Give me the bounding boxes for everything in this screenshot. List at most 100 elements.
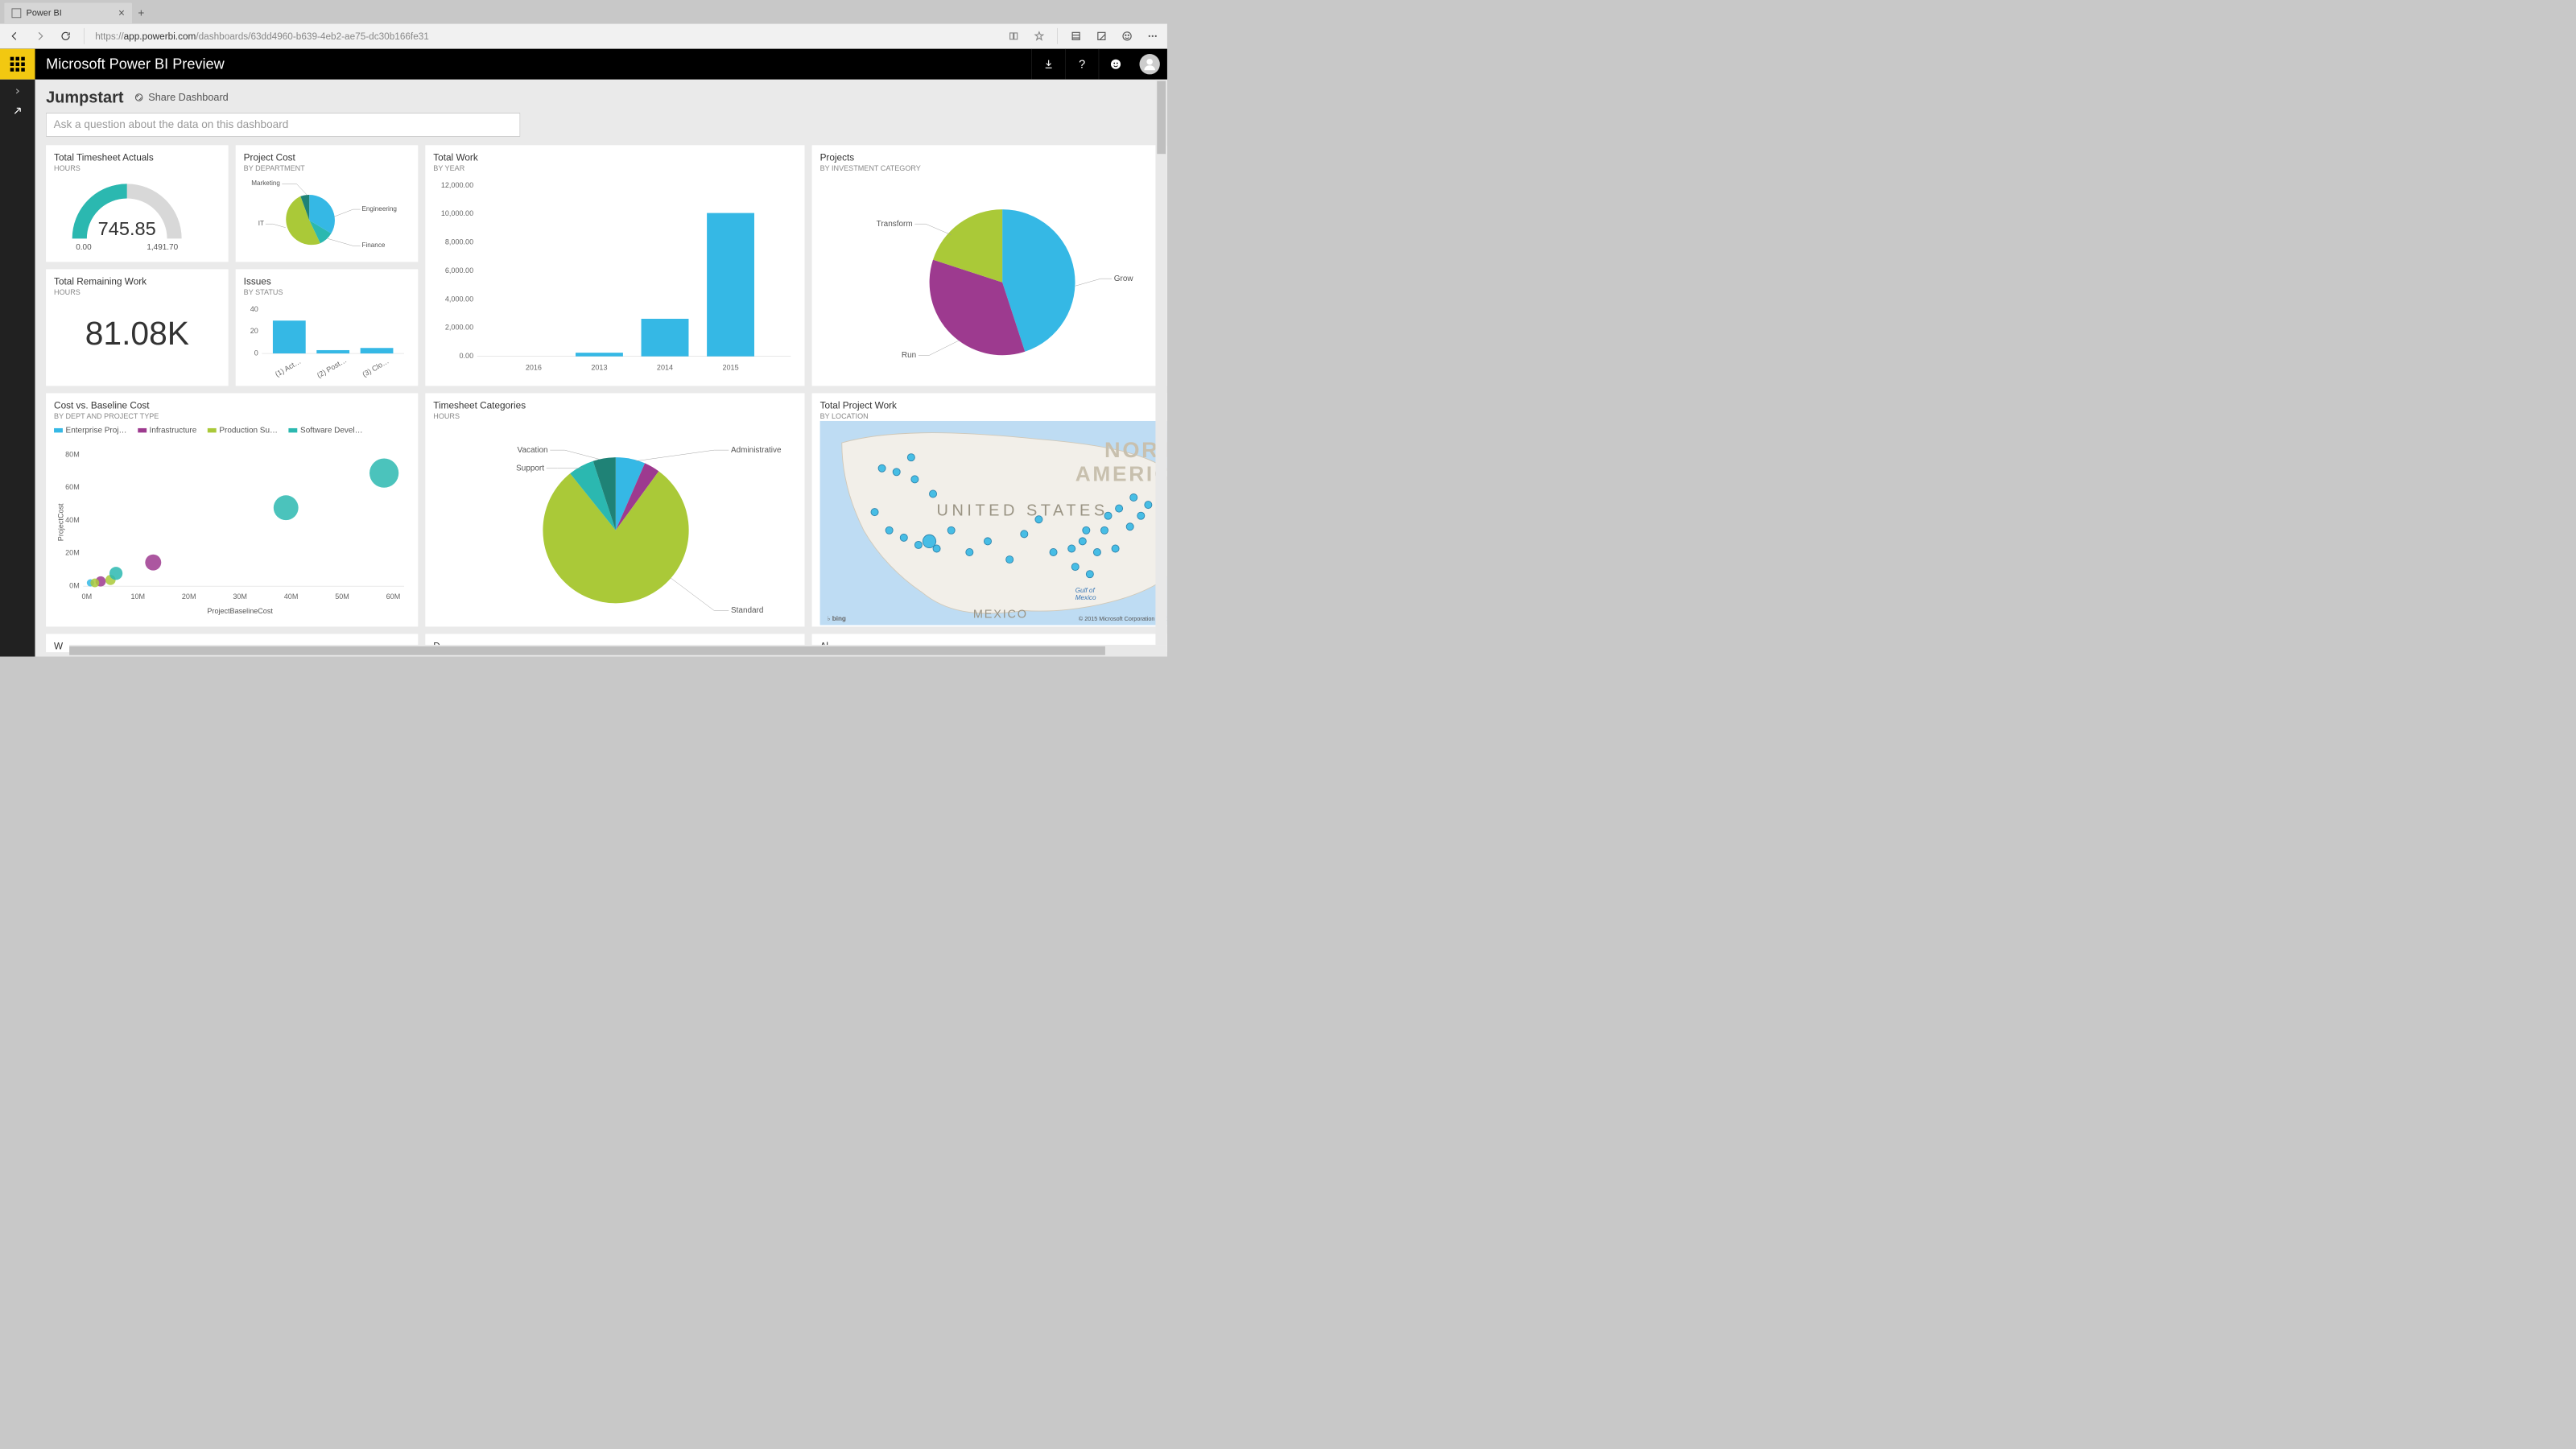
svg-text:Vacation: Vacation — [518, 446, 548, 455]
vertical-scrollbar[interactable] — [1155, 80, 1166, 645]
share-dashboard-button[interactable]: Share Dashboard — [134, 92, 229, 103]
svg-text:Gulf of: Gulf of — [1075, 587, 1096, 594]
app-header: Microsoft Power BI Preview ? — [0, 49, 1167, 80]
waffle-icon — [10, 57, 25, 72]
scroll-thumb[interactable] — [1157, 81, 1166, 155]
feedback-icon[interactable] — [1120, 29, 1134, 43]
tab-title: Power BI — [27, 8, 62, 19]
download-button[interactable] — [1031, 49, 1065, 80]
new-tab-button[interactable]: + — [132, 3, 151, 23]
app-title: Microsoft Power BI Preview — [35, 56, 224, 72]
svg-text:Standard: Standard — [731, 606, 763, 615]
svg-text:8,000.00: 8,000.00 — [445, 238, 473, 246]
svg-text:♭ bing: ♭ bing — [828, 615, 846, 622]
svg-text:ProjectCost: ProjectCost — [56, 503, 64, 541]
svg-text:Marketing: Marketing — [251, 180, 280, 187]
forward-button[interactable] — [33, 29, 47, 43]
tile-issues[interactable]: Issues BY STATUS 40 20 0 (1) Act… (2) Po… — [236, 269, 419, 386]
svg-text:20M: 20M — [65, 549, 80, 557]
bar-chart: 12,000.00 10,000.00 8,000.00 6,000.00 4,… — [433, 173, 798, 381]
svg-text:2016: 2016 — [526, 363, 542, 371]
back-button[interactable] — [7, 29, 22, 43]
expand-rail-button[interactable] — [11, 85, 24, 97]
svg-text:(2) Post…: (2) Post… — [316, 356, 348, 379]
app-launcher-button[interactable] — [0, 49, 35, 80]
refresh-button[interactable] — [58, 29, 72, 43]
svg-text:0: 0 — [254, 349, 258, 357]
svg-text:40M: 40M — [284, 592, 299, 601]
tab-close-icon[interactable]: × — [118, 7, 125, 19]
map-chart: NORTH AMERICA UNITED STATES MEXICO Gulf … — [820, 421, 1167, 625]
svg-text:© 2015 Microsoft Corporation: © 2015 Microsoft Corporation © 2015 N — [1079, 615, 1167, 622]
svg-text:1,491.70: 1,491.70 — [147, 243, 178, 252]
webnote-icon[interactable] — [1094, 29, 1108, 43]
svg-text:(3) Clo…: (3) Clo… — [361, 357, 390, 378]
horizontal-scrollbar[interactable] — [69, 645, 1167, 656]
svg-text:2015: 2015 — [722, 363, 738, 371]
remaining-work-value: 81.08K — [54, 315, 221, 353]
browser-tab-bar: Power BI × + — [0, 0, 1167, 23]
svg-text:2013: 2013 — [591, 363, 607, 371]
svg-text:20: 20 — [250, 327, 258, 335]
svg-text:Support: Support — [516, 464, 544, 473]
tile-total-work[interactable]: Total Work BY YEAR 12,000.00 10,000.00 8… — [425, 145, 804, 386]
scroll-thumb[interactable] — [69, 646, 1105, 655]
url-path: /dashboards/63dd4960-b639-4eb2-ae75-dc30… — [196, 31, 429, 42]
svg-text:Run: Run — [902, 351, 916, 360]
pie-chart: Marketing Engineering Finance IT — [244, 173, 411, 257]
scatter-chart: 80M 60M 40M 20M 0M ProjectCost 0M 10M 20… — [54, 435, 411, 617]
svg-text:0M: 0M — [82, 592, 93, 601]
svg-text:0M: 0M — [69, 581, 80, 589]
tile-timesheet-actuals[interactable]: Total Timesheet Actuals HOURS 745.85 0.0… — [46, 145, 229, 262]
svg-text:60M: 60M — [386, 592, 401, 601]
reading-view-icon[interactable] — [1006, 29, 1021, 43]
legend: Enterprise Proj… Infrastructure Producti… — [54, 425, 410, 435]
tile-project-work-location[interactable]: Total Project Work BY LOCATION NORTH AME… — [812, 393, 1167, 626]
svg-text:0.00: 0.00 — [76, 243, 92, 252]
svg-text:4,000.00: 4,000.00 — [445, 295, 473, 303]
svg-text:ProjectBaselineCost: ProjectBaselineCost — [207, 607, 273, 615]
send-smile-button[interactable] — [1099, 49, 1133, 80]
svg-text:40: 40 — [250, 305, 258, 313]
url-scheme: https:// — [95, 31, 123, 42]
tile-cost-vs-baseline[interactable]: Cost vs. Baseline Cost BY DEPT AND PROJE… — [46, 393, 418, 626]
pie-chart: Vacation Support Administrative Standard — [433, 421, 798, 625]
svg-text:Grow: Grow — [1114, 275, 1134, 283]
gauge-chart: 745.85 0.00 1,491.70 — [54, 173, 221, 254]
user-avatar[interactable] — [1139, 54, 1159, 74]
address-bar[interactable]: https://app.powerbi.com/dashboards/63dd4… — [95, 31, 995, 42]
svg-text:Transform: Transform — [877, 220, 913, 229]
svg-text:12,000.00: 12,000.00 — [441, 181, 473, 189]
svg-text:AMERICA: AMERICA — [1075, 462, 1167, 486]
dashboard-title: Jumpstart — [46, 89, 123, 107]
svg-text:10,000.00: 10,000.00 — [441, 209, 473, 217]
tile-remaining-work[interactable]: Total Remaining Work HOURS 81.08K — [46, 269, 229, 386]
svg-text:20M: 20M — [182, 592, 196, 601]
svg-text:0.00: 0.00 — [460, 352, 474, 360]
help-button[interactable]: ? — [1065, 49, 1099, 80]
share-rail-icon[interactable] — [11, 105, 24, 118]
svg-text:2,000.00: 2,000.00 — [445, 324, 473, 332]
favorite-icon[interactable] — [1032, 29, 1046, 43]
pie-chart: Grow Run Transform — [820, 173, 1167, 381]
dashboard-canvas: Jumpstart Share Dashboard Ask a question… — [35, 80, 1166, 657]
tab-favicon-icon — [11, 8, 21, 18]
qa-input[interactable]: Ask a question about the data on this da… — [46, 113, 520, 136]
hub-icon[interactable] — [1069, 29, 1084, 43]
svg-text:50M: 50M — [335, 592, 349, 601]
more-icon[interactable] — [1146, 29, 1160, 43]
browser-tab[interactable]: Power BI × — [4, 3, 132, 23]
tile-project-cost[interactable]: Project Cost BY DEPARTMENT Marketing Eng… — [236, 145, 419, 262]
svg-text:Engineering: Engineering — [361, 205, 396, 213]
svg-text:745.85: 745.85 — [98, 218, 156, 239]
share-label: Share Dashboard — [148, 92, 228, 103]
bar-chart: 40 20 0 (1) Act… (2) Post… (3) Clo… — [244, 297, 411, 381]
url-host: app.powerbi.com — [124, 31, 196, 42]
share-icon — [134, 93, 144, 103]
tile-projects[interactable]: Projects BY INVESTMENT CATEGORY Grow Run… — [812, 145, 1167, 386]
tile-timesheet-categories[interactable]: Timesheet Categories HOURS Vacation Supp… — [425, 393, 804, 626]
svg-text:30M: 30M — [233, 592, 247, 601]
svg-text:UNITED STATES: UNITED STATES — [937, 502, 1108, 520]
svg-text:40M: 40M — [65, 516, 80, 524]
svg-text:60M: 60M — [65, 483, 80, 491]
